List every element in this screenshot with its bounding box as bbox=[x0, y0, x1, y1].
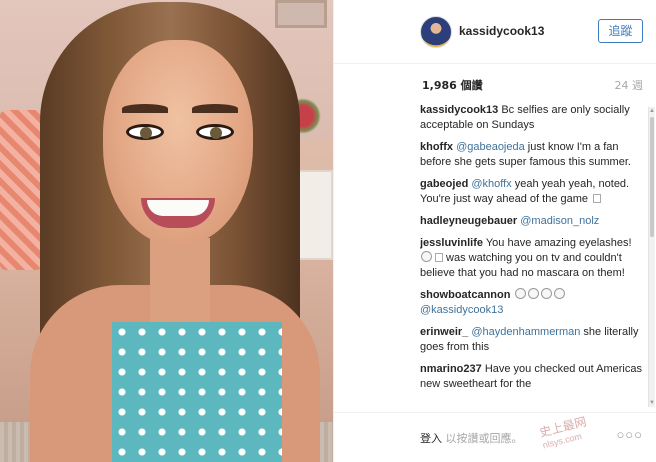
comment-username[interactable]: jessluvinlife bbox=[420, 237, 483, 249]
comment-mention[interactable]: @khoffx bbox=[471, 178, 511, 190]
scroll-down-arrow-icon[interactable]: ▼ bbox=[649, 399, 655, 407]
face-emoji-icon bbox=[527, 288, 539, 299]
blue-top bbox=[112, 322, 282, 462]
comment-item: gabeojed @khoffx yeah yeah yeah, noted. … bbox=[420, 177, 642, 207]
post-photo bbox=[0, 0, 333, 462]
username-link[interactable]: kassidycook13 bbox=[459, 24, 544, 38]
comment-item: erinweir_ @haydenhammerman she literally… bbox=[420, 325, 642, 355]
right-eye bbox=[196, 124, 234, 140]
comment-mention[interactable]: @kassidycook13 bbox=[420, 304, 503, 316]
comment-item: jessluvinlife You have amazing eyelashes… bbox=[420, 236, 642, 281]
more-options-icon[interactable]: ○○○ bbox=[616, 427, 643, 442]
smiley-emoji-icon bbox=[421, 251, 432, 262]
face-emoji-icon bbox=[514, 288, 526, 299]
left-eyebrow bbox=[122, 104, 168, 113]
comment-mention[interactable]: @haydenhammerman bbox=[471, 326, 580, 338]
post-timestamp[interactable]: 24 週 bbox=[615, 77, 644, 93]
comment-mention[interactable]: @madison_nolz bbox=[520, 215, 599, 227]
post-side-panel: kassidycook13 追蹤 1,986 個讚 24 週 kassidyco… bbox=[333, 0, 656, 462]
comment-username[interactable]: kassidycook13 bbox=[420, 104, 498, 116]
scrollbar-thumb[interactable] bbox=[650, 117, 654, 237]
comments-list: kassidycook13 Bc selfies are only social… bbox=[420, 103, 642, 410]
face-emoji-icon bbox=[540, 288, 552, 299]
comment-item: showboatcannon @kassidycook13 bbox=[420, 288, 642, 318]
comment-username[interactable]: hadleyneugebauer bbox=[420, 215, 517, 227]
post-footer: 登入 以按讚或回應。 ○○○ bbox=[334, 412, 656, 462]
teeth bbox=[147, 200, 209, 216]
comment-item: kassidycook13 Bc selfies are only social… bbox=[420, 103, 642, 133]
comment-item: nmarino237 Have you checked out Americas… bbox=[420, 362, 642, 392]
wall-picture-frame bbox=[275, 0, 327, 28]
comment-username[interactable]: showboatcannon bbox=[420, 289, 510, 301]
comment-username[interactable]: gabeojed bbox=[420, 178, 468, 190]
follow-button[interactable]: 追蹤 bbox=[598, 19, 643, 43]
comment-username[interactable]: erinweir_ bbox=[420, 326, 468, 338]
login-prompt-text: 以按讚或回應。 bbox=[442, 432, 523, 445]
neck bbox=[150, 238, 210, 328]
comment-username[interactable]: khoffx bbox=[420, 141, 453, 153]
face-emoji-icon bbox=[553, 288, 565, 299]
login-link[interactable]: 登入 bbox=[420, 432, 442, 445]
missing-emoji-icon bbox=[593, 194, 602, 203]
comment-username[interactable]: nmarino237 bbox=[420, 363, 482, 375]
scroll-up-arrow-icon[interactable]: ▲ bbox=[649, 107, 655, 115]
comment-text: You have amazing eyelashes! bbox=[485, 237, 632, 249]
patterned-pillow bbox=[0, 110, 42, 270]
comment-text: was watching you on tv and couldn't beli… bbox=[420, 252, 625, 279]
right-eyebrow bbox=[192, 104, 238, 113]
comment-item: khoffx @gabeaojeda just know I'm a fan b… bbox=[420, 140, 642, 170]
comments-scrollbar[interactable]: ▲ ▼ bbox=[648, 107, 655, 407]
comment-item: hadleyneugebauer @madison_nolz bbox=[420, 214, 642, 229]
left-eye bbox=[126, 124, 164, 140]
post-stats: 1,986 個讚 24 週 bbox=[334, 64, 656, 102]
avatar[interactable] bbox=[420, 16, 452, 48]
likes-count[interactable]: 1,986 個讚 bbox=[422, 77, 483, 93]
login-prompt: 登入 以按讚或回應。 bbox=[420, 430, 523, 446]
comment-mention[interactable]: @gabeaojeda bbox=[456, 141, 525, 153]
missing-emoji-icon bbox=[435, 253, 443, 262]
post-header: kassidycook13 追蹤 bbox=[334, 0, 656, 64]
